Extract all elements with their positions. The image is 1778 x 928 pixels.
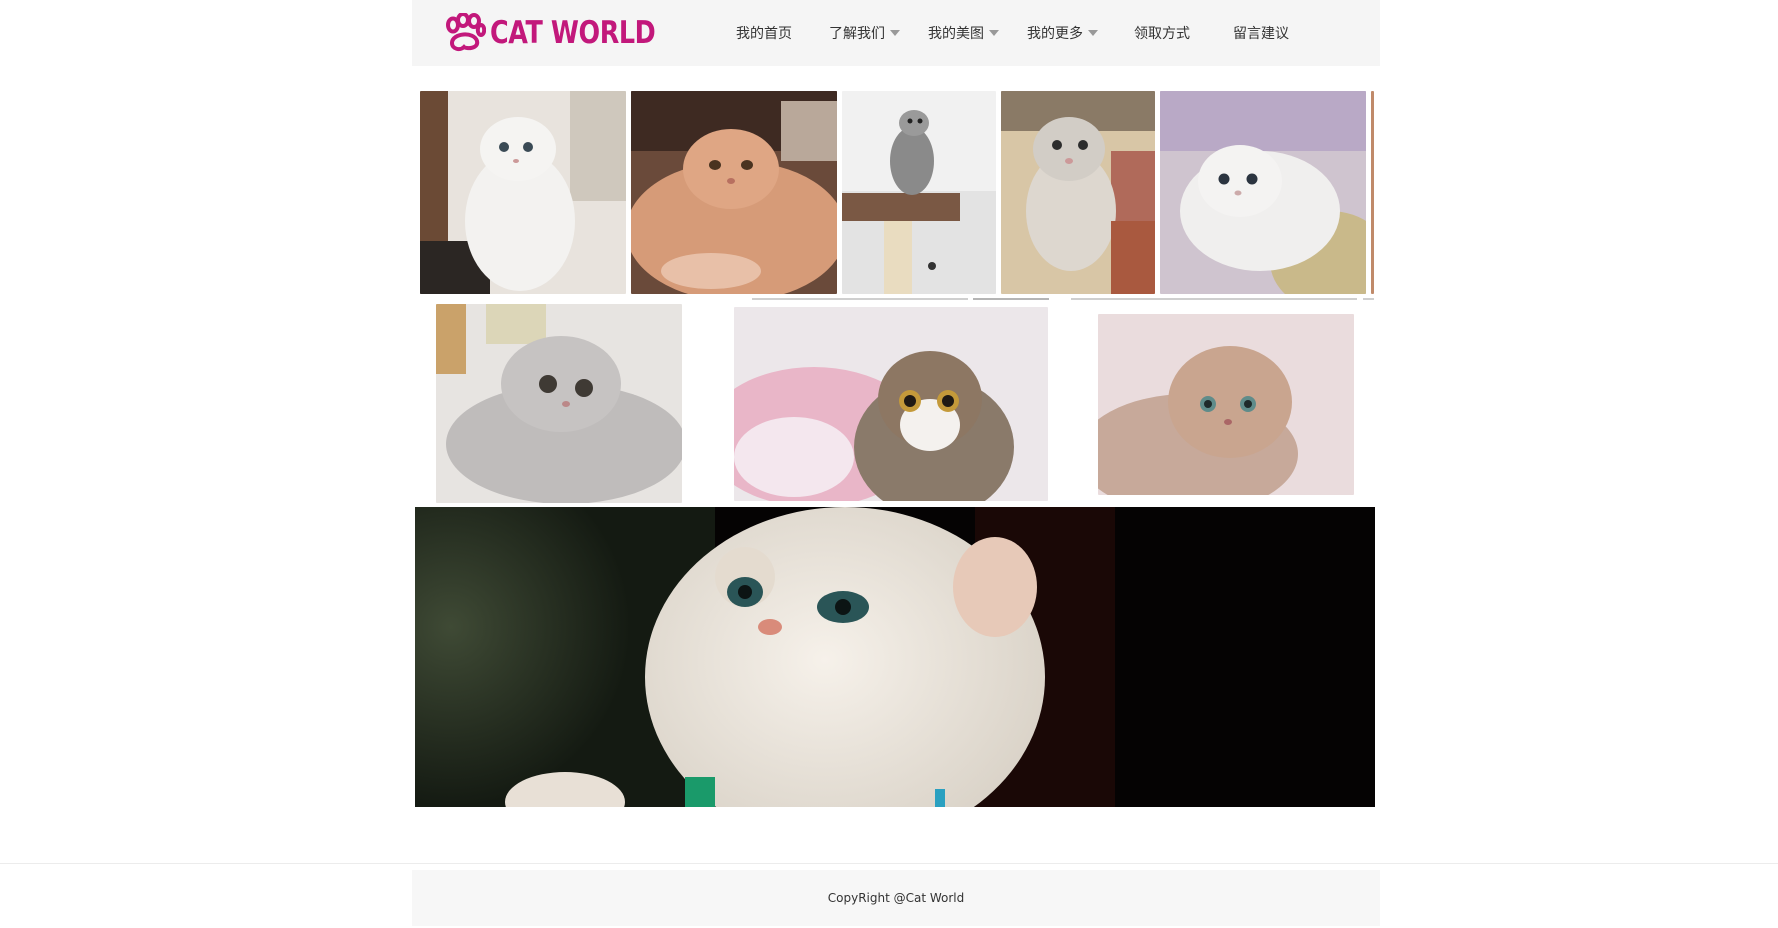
nav-item-feedback[interactable]: 留言建议 <box>1233 23 1289 43</box>
cat-photo-3[interactable] <box>842 91 996 294</box>
caret-down-icon <box>890 30 900 36</box>
site-footer: CopyRight @Cat World <box>412 870 1380 926</box>
cat-photo-1[interactable] <box>420 91 626 294</box>
cat-photo-9[interactable] <box>1098 314 1354 495</box>
nav-item-about[interactable]: 了解我们 <box>829 23 900 43</box>
cat-photo-2[interactable] <box>631 91 837 294</box>
nav-label: 留言建议 <box>1233 26 1289 42</box>
strip-divider <box>1071 298 1357 300</box>
nav-label: 我的首页 <box>736 26 792 42</box>
strip-divider <box>973 298 1049 300</box>
cat-photo-7[interactable] <box>436 304 682 503</box>
copyright-text: CopyRight @Cat World <box>827 891 965 905</box>
strip-divider <box>1363 298 1374 300</box>
nav-label: 领取方式 <box>1134 26 1190 42</box>
nav-item-gallery[interactable]: 我的美图 <box>928 23 999 43</box>
cat-photo-6-edge <box>1371 91 1374 294</box>
nav-label: 我的美图 <box>928 26 984 42</box>
site-logo[interactable]: CAT WORLD <box>444 13 692 53</box>
nav-item-home[interactable]: 我的首页 <box>736 23 792 43</box>
cat-photo-5[interactable] <box>1160 91 1366 294</box>
logo-text: CAT WORLD <box>490 15 656 51</box>
cat-photo-8[interactable] <box>734 307 1048 501</box>
caret-down-icon <box>1088 30 1098 36</box>
caret-down-icon <box>989 30 999 36</box>
nav-label: 我的更多 <box>1027 26 1083 42</box>
nav-label: 了解我们 <box>829 26 885 42</box>
hero-cat-photo[interactable] <box>415 507 1375 807</box>
paw-icon <box>446 13 486 52</box>
cat-photo-4[interactable] <box>1001 91 1155 294</box>
nav-item-more[interactable]: 我的更多 <box>1027 23 1098 43</box>
nav-item-claim[interactable]: 领取方式 <box>1134 23 1190 43</box>
site-header: CAT WORLD 我的首页 了解我们 我的美图 我的更多 领取方式 留言建议 <box>412 0 1380 66</box>
strip-divider <box>752 298 968 300</box>
footer-divider <box>0 863 1778 864</box>
